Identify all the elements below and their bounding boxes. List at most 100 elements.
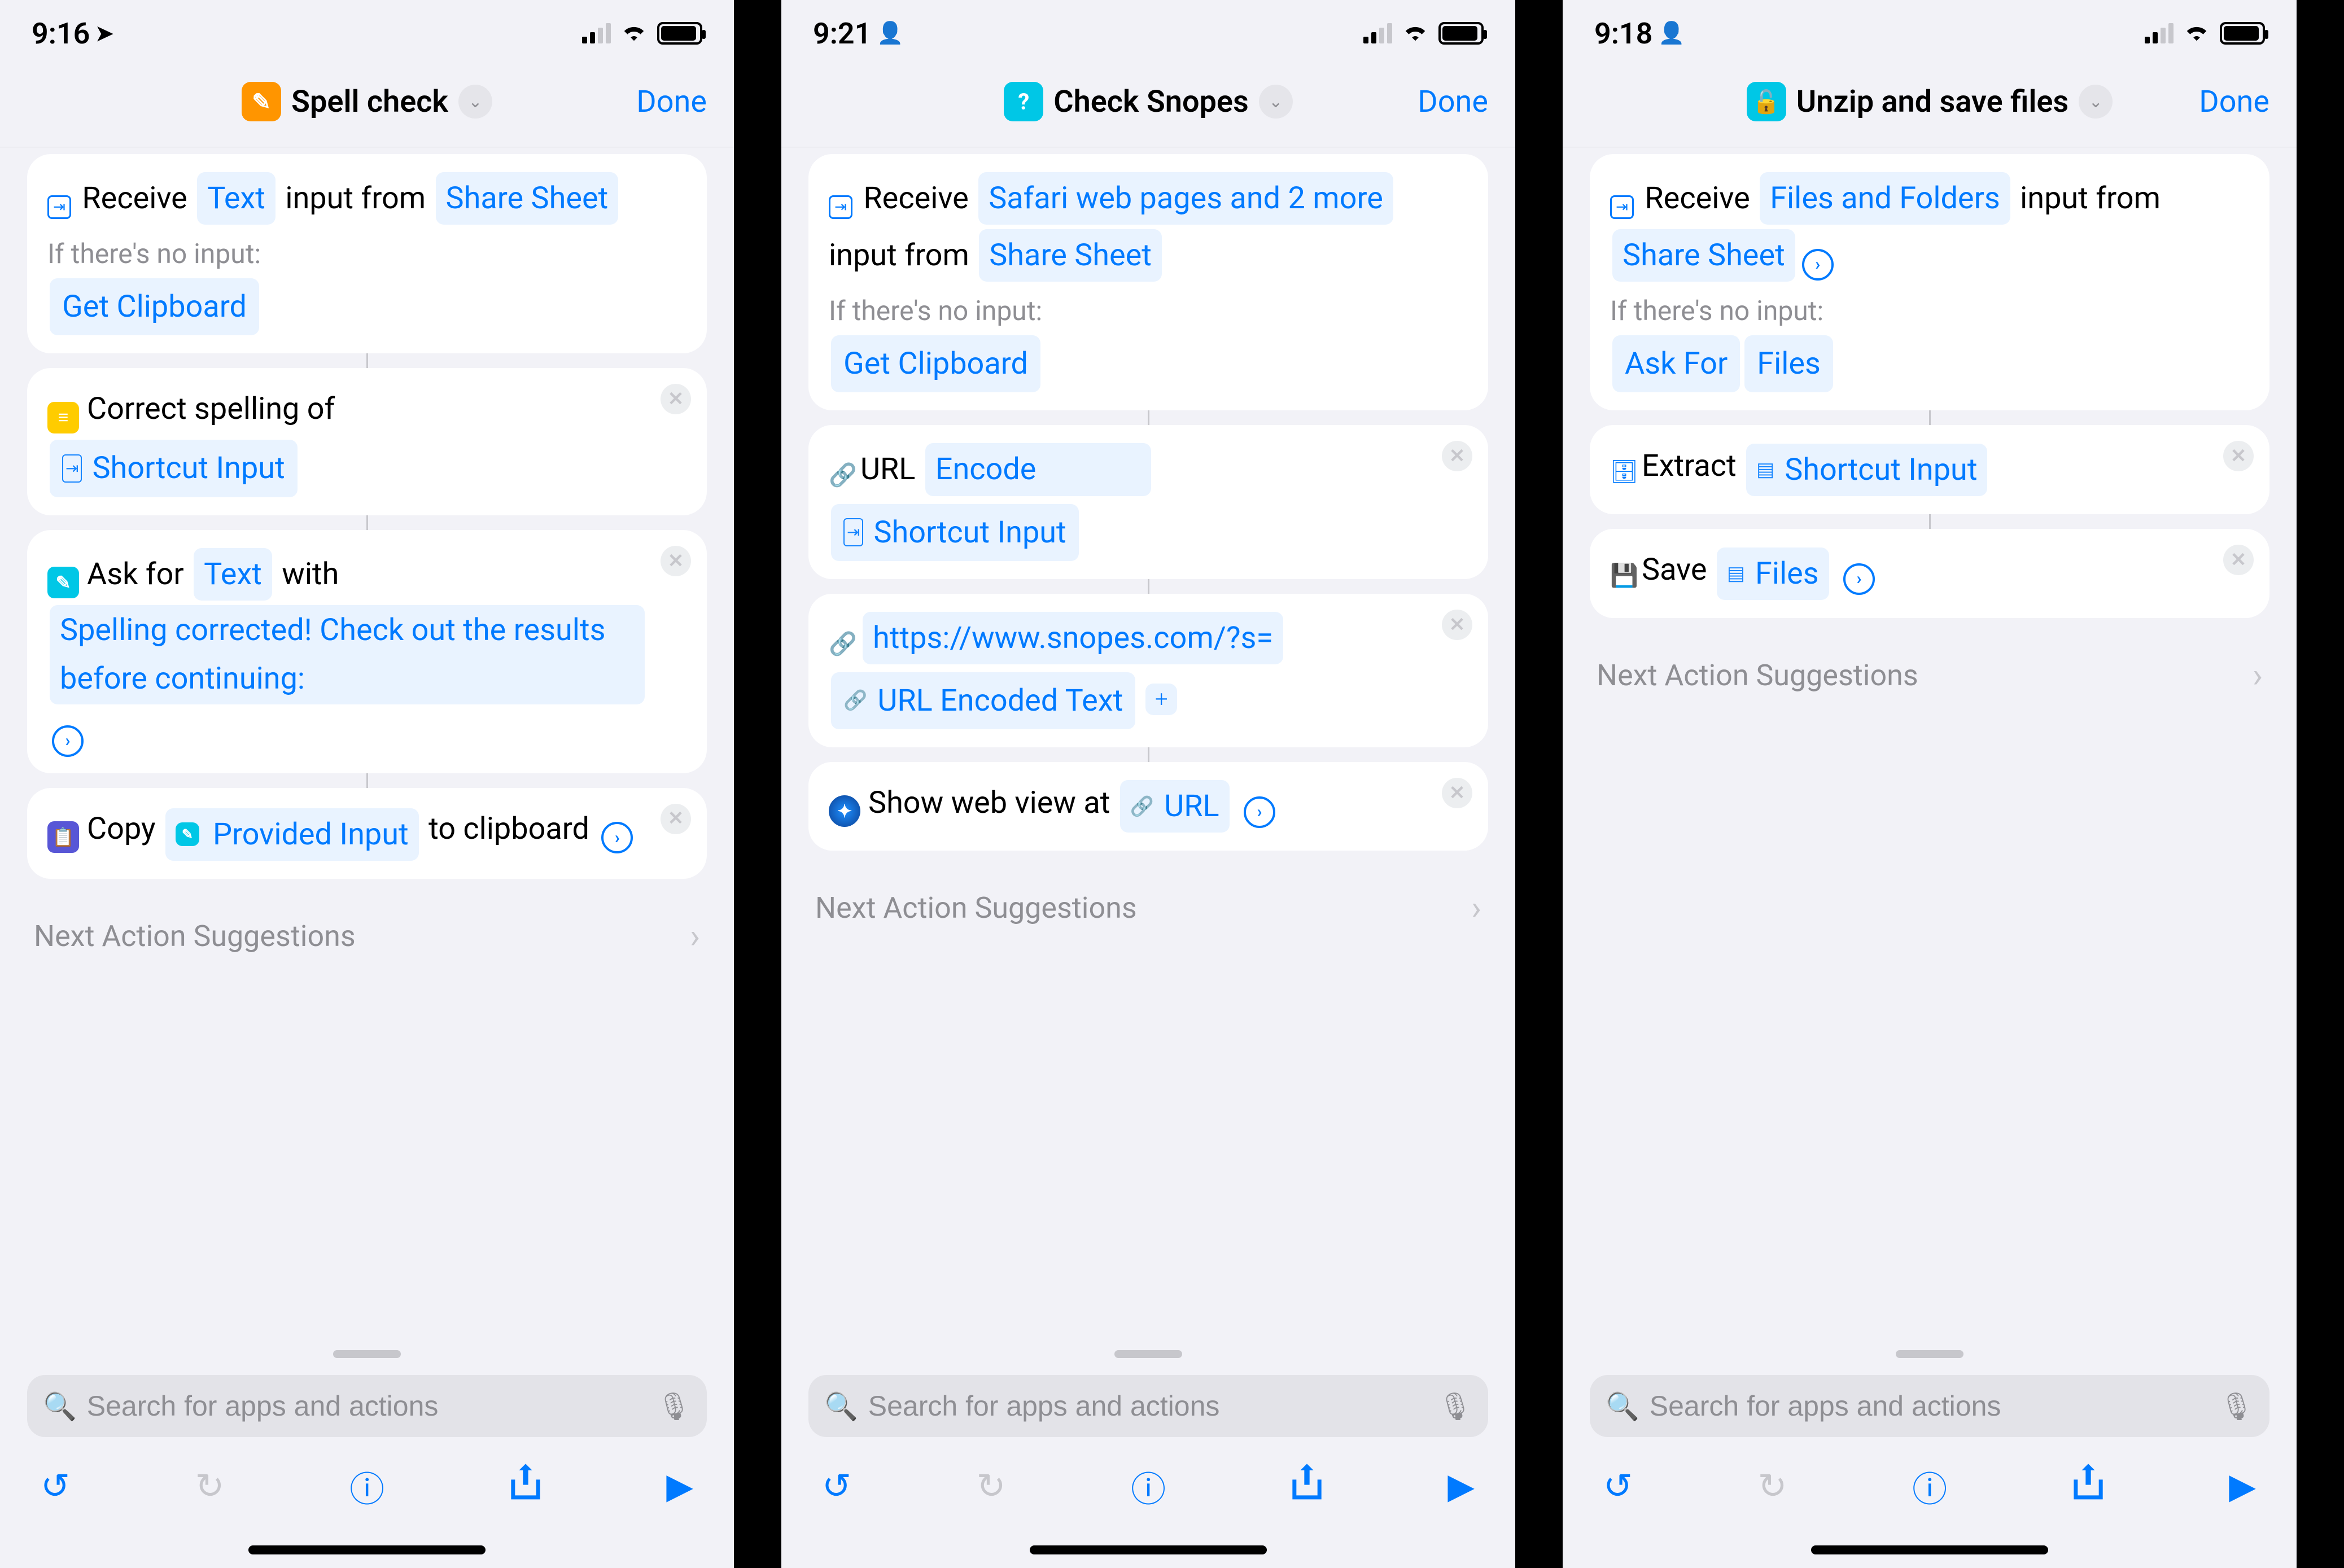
undo-button[interactable]: ↺ xyxy=(1603,1465,1633,1507)
shortcut-title[interactable]: ✎Spell check⌄ xyxy=(242,82,492,121)
delete-action-button[interactable]: ✕ xyxy=(1442,778,1472,808)
delete-action-button[interactable]: ✕ xyxy=(2223,545,2254,575)
action-library-sheet[interactable]: 🔍🎙↺↻ⓘ▶ xyxy=(1563,1335,2297,1568)
search-input[interactable] xyxy=(1650,1390,2209,1422)
status-bar: 9:16➤ xyxy=(0,0,734,56)
variable-token[interactable]: ✎Provided Input xyxy=(165,808,419,861)
action-library-sheet[interactable]: 🔍🎙↺↻ⓘ▶ xyxy=(781,1335,1515,1568)
sheet-grabber[interactable] xyxy=(1114,1350,1182,1358)
search-input[interactable] xyxy=(87,1390,646,1422)
archive-icon: 🗄 xyxy=(1610,458,1638,486)
search-field[interactable]: 🔍🎙 xyxy=(27,1375,707,1437)
share-button[interactable] xyxy=(1291,1464,1323,1509)
input-type-token[interactable]: Text xyxy=(197,172,275,225)
bottom-toolbar: ↺↻ⓘ▶ xyxy=(1563,1437,2297,1545)
disclosure-icon[interactable]: › xyxy=(1244,796,1275,828)
sheet-grabber[interactable] xyxy=(1896,1350,1963,1358)
shortcut-icon: 🔓 xyxy=(1747,82,1786,121)
search-icon: 🔍 xyxy=(1606,1390,1639,1422)
input-type-token[interactable]: Safari web pages and 2 more xyxy=(978,172,1393,225)
variable-token[interactable]: ▤Files xyxy=(1717,548,1829,600)
connector-line xyxy=(366,773,368,788)
action-card[interactable]: ✕🔗https://www.snopes.com/?s=🔗URL Encoded… xyxy=(808,594,1488,747)
shortcut-title[interactable]: 🔓Unzip and save files⌄ xyxy=(1747,82,2113,121)
variable-token[interactable]: ⇥Shortcut Input xyxy=(831,504,1079,561)
input-icon: ⇥ xyxy=(1610,195,1634,219)
info-button[interactable]: ⓘ xyxy=(1912,1461,1947,1512)
mic-icon[interactable]: 🎙 xyxy=(1438,1390,1472,1422)
input-type-token[interactable]: Files and Folders xyxy=(1760,172,2010,225)
input-source-token[interactable]: Share Sheet xyxy=(436,172,619,225)
variable-token[interactable]: 🔗URL Encoded Text xyxy=(831,672,1135,729)
link-icon: 🔗 xyxy=(843,685,867,716)
action-card[interactable]: ✕🗄Extract ▤Shortcut Input xyxy=(1590,425,2269,514)
fallback-token[interactable]: Get Clipboard xyxy=(50,278,259,335)
share-button[interactable] xyxy=(2072,1464,2104,1509)
file-icon: ▤ xyxy=(1727,558,1745,589)
shortcut-icon: ? xyxy=(1004,82,1043,121)
run-button[interactable]: ▶ xyxy=(2229,1465,2256,1507)
done-button[interactable]: Done xyxy=(1418,84,1488,120)
link-icon: 🔗 xyxy=(829,630,857,658)
input-source-token[interactable]: Share Sheet xyxy=(979,229,1162,282)
variable-token[interactable]: ▤Shortcut Input xyxy=(1746,444,1987,496)
bottom-toolbar: ↺↻ⓘ▶ xyxy=(781,1437,1515,1545)
run-button[interactable]: ▶ xyxy=(666,1465,693,1507)
receive-card[interactable]: ⇥ Receive Files and Folders input from S… xyxy=(1590,154,2269,410)
mic-icon[interactable]: 🎙 xyxy=(2219,1390,2254,1422)
chevron-down-icon[interactable]: ⌄ xyxy=(458,85,492,119)
fallback-token[interactable]: Ask For xyxy=(1612,335,1740,392)
action-card[interactable]: ✕✎Ask for Text with Spelling corrected! … xyxy=(27,530,707,773)
next-action-suggestions[interactable]: Next Action Suggestions› xyxy=(808,865,1488,928)
delete-action-button[interactable]: ✕ xyxy=(661,804,691,834)
action-card[interactable]: ✕≡Correct spelling of⇥Shortcut Input xyxy=(27,368,707,515)
receive-card[interactable]: ⇥ Receive Text input from Share SheetIf … xyxy=(27,154,707,353)
next-action-suggestions[interactable]: Next Action Suggestions› xyxy=(27,894,707,956)
action-library-sheet[interactable]: 🔍🎙↺↻ⓘ▶ xyxy=(0,1335,734,1568)
run-button[interactable]: ▶ xyxy=(1447,1465,1475,1507)
mic-icon[interactable]: 🎙 xyxy=(657,1390,691,1422)
fallback-token-2[interactable]: Files xyxy=(1744,335,1833,392)
fallback-token[interactable]: Get Clipboard xyxy=(831,335,1040,392)
sheet-grabber[interactable] xyxy=(333,1350,401,1358)
receive-card[interactable]: ⇥ Receive Safari web pages and 2 more in… xyxy=(808,154,1488,410)
url-token[interactable]: https://www.snopes.com/?s= xyxy=(863,612,1283,664)
undo-button[interactable]: ↺ xyxy=(41,1465,70,1507)
input-icon: ⇥ xyxy=(843,518,863,546)
action-card[interactable]: ✕📋Copy ✎Provided Input to clipboard › xyxy=(27,788,707,879)
search-field[interactable]: 🔍🎙 xyxy=(808,1375,1488,1437)
prompt-token[interactable]: Spelling corrected! Check out the result… xyxy=(50,605,645,705)
info-button[interactable]: ⓘ xyxy=(1131,1461,1166,1512)
next-action-suggestions[interactable]: Next Action Suggestions› xyxy=(1590,633,2269,695)
param-token[interactable]: Text xyxy=(194,548,272,601)
no-input-label: If there's no input: xyxy=(1610,288,2249,333)
chevron-down-icon[interactable]: ⌄ xyxy=(2079,85,2113,119)
share-button[interactable] xyxy=(510,1464,541,1509)
info-button[interactable]: ⓘ xyxy=(349,1461,384,1512)
delete-action-button[interactable]: ✕ xyxy=(661,546,691,576)
search-input[interactable] xyxy=(868,1390,1428,1422)
chevron-down-icon[interactable]: ⌄ xyxy=(1259,85,1293,119)
shortcut-title[interactable]: ?Check Snopes⌄ xyxy=(1004,82,1292,121)
delete-action-button[interactable]: ✕ xyxy=(661,384,691,414)
action-card[interactable]: ✕💾Save ▤Files › xyxy=(1590,529,2269,618)
variable-token[interactable]: 🔗URL xyxy=(1120,780,1230,833)
disclosure-icon[interactable]: › xyxy=(601,822,633,853)
add-variable-button[interactable]: + xyxy=(1145,684,1177,715)
disclosure-icon[interactable]: › xyxy=(1843,563,1875,595)
input-source-token[interactable]: Share Sheet xyxy=(1612,229,1795,282)
action-card[interactable]: ✕🔗URL Encode ⇥Shortcut Input xyxy=(808,425,1488,579)
done-button[interactable]: Done xyxy=(2199,84,2269,120)
connector-line xyxy=(366,353,368,368)
done-button[interactable]: Done xyxy=(636,84,707,120)
disclosure-icon[interactable]: › xyxy=(52,725,84,757)
undo-button[interactable]: ↺ xyxy=(822,1465,851,1507)
param-token[interactable]: Encode xyxy=(925,443,1151,496)
disclosure-icon[interactable]: › xyxy=(1802,249,1834,281)
action-card[interactable]: ✕✦Show web view at 🔗URL › xyxy=(808,762,1488,851)
variable-token[interactable]: ⇥Shortcut Input xyxy=(50,440,298,497)
delete-action-button[interactable]: ✕ xyxy=(1442,610,1472,640)
status-bar: 9:21👤 xyxy=(781,0,1515,56)
search-field[interactable]: 🔍🎙 xyxy=(1590,1375,2269,1437)
chevron-right-icon: › xyxy=(690,916,700,956)
